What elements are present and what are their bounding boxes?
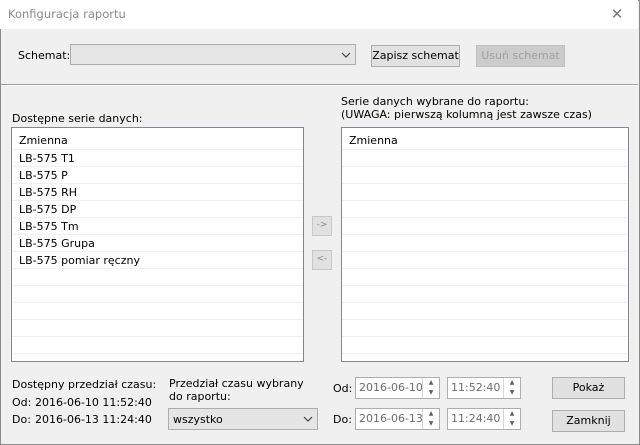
- spin-down-icon[interactable]: ▼: [504, 419, 520, 429]
- selected-series-title: Serie danych wybrane do raportu:: [341, 95, 529, 108]
- available-series-list[interactable]: Zmienna LB-575 T1 LB-575 P LB-575 RH LB-575…: [11, 127, 304, 362]
- available-to-label: Do:: [12, 413, 31, 426]
- selected-series-note: (UWAGA: pierwszą kolumną jest zawsze cza…: [341, 108, 592, 121]
- save-schema-button[interactable]: Zapisz schemat: [371, 45, 460, 67]
- to-time-value: 11:24:40: [451, 412, 501, 425]
- show-button[interactable]: Pokaż: [552, 377, 625, 399]
- chosen-range-title: Przedział czasu wybrany: [169, 377, 304, 390]
- empty-row: [342, 235, 628, 252]
- empty-row: [342, 252, 628, 269]
- range-mode-value: wszystko: [173, 413, 223, 426]
- spin-up-icon[interactable]: ▲: [504, 378, 520, 388]
- list-header[interactable]: Zmienna: [342, 128, 628, 150]
- to-date-value: 2016-06-13: [359, 412, 423, 425]
- empty-row: [342, 150, 628, 167]
- range-mode-select[interactable]: wszystko: [168, 408, 318, 430]
- empty-row: [342, 337, 628, 354]
- from-time-value: 11:52:40: [451, 381, 501, 394]
- spin-down-icon[interactable]: ▼: [423, 388, 439, 398]
- empty-row: [342, 286, 628, 303]
- from-time-spinner[interactable]: ▲ ▼: [503, 378, 520, 398]
- empty-row: [12, 286, 303, 303]
- schema-label: Schemat:: [18, 49, 71, 62]
- list-item[interactable]: LB-575 P: [12, 167, 303, 184]
- spin-up-icon[interactable]: ▲: [504, 409, 520, 419]
- empty-row: [12, 320, 303, 337]
- list-item[interactable]: LB-575 DP: [12, 201, 303, 218]
- add-series-button[interactable]: ->: [312, 216, 332, 236]
- to-time-spinner[interactable]: ▲ ▼: [503, 409, 520, 429]
- list-item[interactable]: LB-575 Tm: [12, 218, 303, 235]
- empty-row: [342, 184, 628, 201]
- from-date-picker[interactable]: 2016-06-10 ▲ ▼: [355, 377, 440, 399]
- to-date-picker[interactable]: 2016-06-13 ▲ ▼: [355, 408, 440, 430]
- empty-row: [342, 269, 628, 286]
- from-date-spinner[interactable]: ▲ ▼: [422, 378, 439, 398]
- selected-series-list[interactable]: Zmienna: [341, 127, 629, 362]
- available-to-value: 2016-06-13 11:24:40: [35, 413, 152, 426]
- empty-row: [12, 337, 303, 354]
- close-icon[interactable]: ✕: [606, 4, 628, 24]
- available-range-title: Dostępny przedział czasu:: [12, 378, 157, 391]
- from-date-value: 2016-06-10: [359, 381, 423, 394]
- to-label: Do:: [333, 413, 352, 426]
- spin-down-icon[interactable]: ▼: [504, 388, 520, 398]
- empty-row: [342, 167, 628, 184]
- available-from-label: Od:: [12, 396, 32, 409]
- chosen-range-title-2: do raportu:: [169, 390, 231, 403]
- list-item[interactable]: LB-575 T1: [12, 150, 303, 167]
- schema-select[interactable]: [70, 44, 356, 65]
- empty-row: [12, 269, 303, 286]
- spin-down-icon[interactable]: ▼: [423, 419, 439, 429]
- empty-row: [342, 218, 628, 235]
- spin-up-icon[interactable]: ▲: [423, 378, 439, 388]
- list-item[interactable]: LB-575 pomiar ręczny: [12, 252, 303, 269]
- delete-schema-button[interactable]: Usuń schemat: [476, 45, 565, 67]
- chevron-down-icon: [341, 52, 351, 58]
- close-button[interactable]: Zamknij: [552, 410, 625, 432]
- from-label: Od:: [333, 382, 353, 395]
- divider-highlight: [1, 85, 638, 86]
- empty-row: [342, 303, 628, 320]
- empty-row: [12, 303, 303, 320]
- list-item[interactable]: LB-575 Grupa: [12, 235, 303, 252]
- available-from-value: 2016-06-10 11:52:40: [35, 396, 152, 409]
- empty-row: [342, 320, 628, 337]
- title-bar: Konfiguracja raportu ✕: [0, 0, 638, 29]
- chevron-down-icon: [303, 416, 313, 422]
- empty-row: [342, 201, 628, 218]
- list-header[interactable]: Zmienna: [12, 128, 303, 150]
- remove-series-button[interactable]: <-: [312, 250, 332, 270]
- from-time-picker[interactable]: 11:52:40 ▲ ▼: [447, 377, 521, 399]
- spin-up-icon[interactable]: ▲: [423, 409, 439, 419]
- available-series-title: Dostępne serie danych:: [12, 112, 143, 125]
- to-time-picker[interactable]: 11:24:40 ▲ ▼: [447, 408, 521, 430]
- list-item[interactable]: LB-575 RH: [12, 184, 303, 201]
- window-title: Konfiguracja raportu: [8, 7, 126, 21]
- to-date-spinner[interactable]: ▲ ▼: [422, 409, 439, 429]
